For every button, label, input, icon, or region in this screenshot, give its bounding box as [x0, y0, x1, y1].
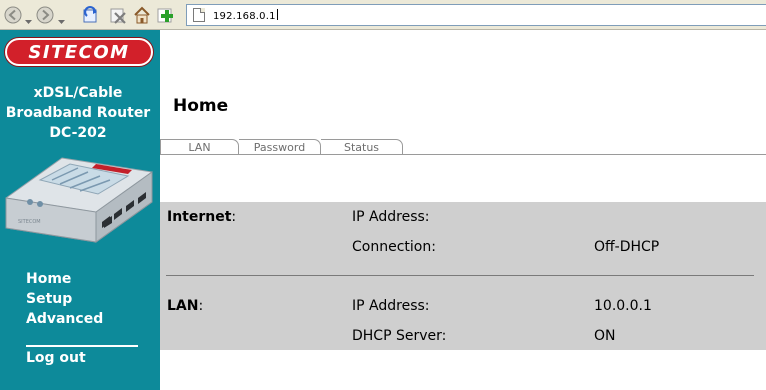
refresh-icon[interactable]: [81, 5, 101, 25]
tab-lan[interactable]: LAN: [160, 139, 239, 155]
nav-home[interactable]: Home: [26, 269, 103, 289]
main-nav: Home Setup Advanced: [26, 269, 103, 329]
logout-link[interactable]: Log out: [26, 348, 86, 368]
lan-section-label: LAN:: [167, 298, 204, 314]
product-line-2: Broadband Router: [5, 105, 151, 121]
home-icon[interactable]: [132, 5, 152, 25]
sitecom-logo: SITECOM: [5, 38, 153, 66]
stop-icon[interactable]: [108, 5, 128, 25]
internet-ip-label: IP Address:: [352, 209, 430, 225]
lan-ip-value: 10.0.0.1: [594, 298, 652, 314]
svg-text:SITECOM: SITECOM: [18, 219, 41, 225]
back-icon[interactable]: [3, 5, 23, 25]
tabs-baseline: [160, 154, 766, 155]
product-line-1: xDSL/Cable: [33, 85, 123, 101]
lan-ip-label: IP Address:: [352, 298, 430, 314]
lan-dhcp-label: DHCP Server:: [352, 328, 447, 344]
product-name: xDSL/Cable Broadband Router DC-202: [0, 83, 156, 143]
forward-icon[interactable]: [35, 5, 55, 25]
internet-section-label: Internet:: [167, 209, 237, 225]
router-device-image: SITECOM: [5, 157, 153, 243]
section-divider: [166, 275, 754, 276]
nav-divider: [26, 345, 138, 347]
status-panel: Internet: IP Address: Connection: Off-DH…: [160, 202, 766, 350]
main-content: Home LAN Password Status Internet: IP Ad…: [160, 30, 766, 390]
product-line-3: DC-202: [49, 125, 107, 141]
address-text[interactable]: 192.168.0.1: [213, 9, 278, 22]
tab-password[interactable]: Password: [239, 139, 321, 155]
page-icon: [193, 8, 205, 22]
nav-advanced[interactable]: Advanced: [26, 309, 103, 329]
nav-setup[interactable]: Setup: [26, 289, 103, 309]
tab-status[interactable]: Status: [321, 139, 403, 155]
lan-dhcp-value: ON: [594, 328, 616, 344]
browser-toolbar: 192.168.0.1: [0, 0, 766, 30]
internet-connection-label: Connection:: [352, 239, 436, 255]
address-bar[interactable]: 192.168.0.1: [186, 4, 766, 26]
forward-dropdown-icon[interactable]: [58, 11, 65, 24]
router-sidebar: SITECOM xDSL/Cable Broadband Router DC-2…: [0, 30, 160, 390]
page-title: Home: [173, 96, 229, 116]
back-dropdown-icon[interactable]: [25, 11, 32, 24]
add-favorite-icon[interactable]: [156, 5, 176, 25]
internet-connection-value: Off-DHCP: [594, 239, 660, 255]
